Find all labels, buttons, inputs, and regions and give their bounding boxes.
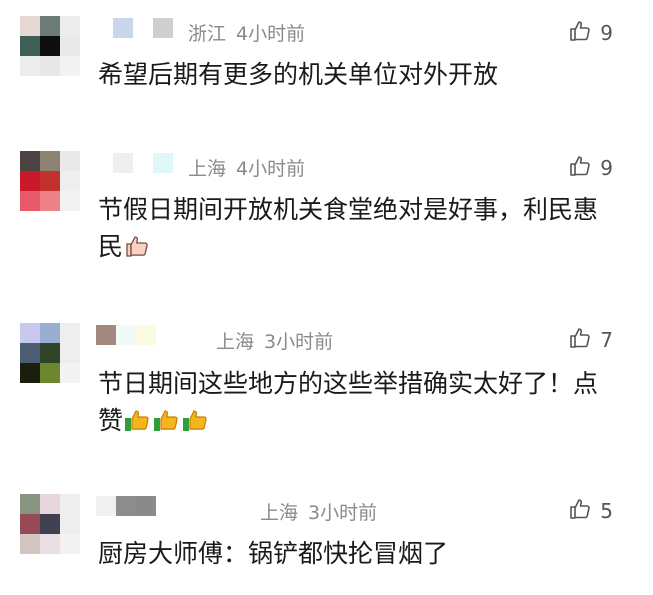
like-button[interactable]: 9 — [568, 154, 613, 182]
timestamp: 3小时前 — [308, 501, 378, 524]
nickname-pixel — [113, 153, 133, 173]
thumbs-up-icon — [568, 154, 592, 182]
avatar-pixel — [60, 363, 80, 383]
avatar-pixel — [40, 36, 60, 56]
nickname-mosaic[interactable] — [96, 323, 156, 347]
avatar-pixel — [20, 36, 40, 56]
avatar-pixel — [60, 534, 80, 554]
avatar-pixel — [60, 191, 80, 211]
timestamp: 4小时前 — [236, 22, 306, 45]
avatar-pixel — [60, 323, 80, 343]
like-count: 5 — [600, 499, 613, 523]
avatar[interactable] — [20, 494, 80, 554]
comment-text: 希望后期有更多的机关单位对外开放 — [98, 60, 499, 89]
avatar-pixel — [20, 363, 40, 383]
location: 上海 — [216, 330, 255, 353]
avatar-pixel — [20, 191, 40, 211]
comment-meta: 上海 3小时前 — [260, 496, 377, 526]
avatar-pixel — [40, 171, 60, 191]
location: 浙江 — [188, 22, 227, 45]
nickname-pixel — [153, 153, 173, 173]
nickname-mosaic[interactable] — [96, 494, 156, 518]
avatar-pixel — [60, 171, 80, 191]
avatar-pixel — [20, 534, 40, 554]
timestamp: 4小时前 — [236, 157, 306, 180]
avatar-pixel — [60, 36, 80, 56]
avatar-pixel — [40, 343, 60, 363]
thumbs-up-icon — [568, 19, 592, 47]
avatar-pixel — [60, 343, 80, 363]
avatar-pixel — [60, 514, 80, 534]
comment-text: 节日期间这些地方的这些举措确实太好了！点赞 — [98, 365, 618, 443]
like-button[interactable]: 5 — [568, 497, 613, 525]
nickname-mosaic[interactable] — [113, 16, 173, 40]
thumbs-up-emoji-icon — [182, 406, 210, 443]
avatar-pixel — [60, 56, 80, 76]
comment-meta: 上海 3小时前 — [216, 325, 333, 355]
nickname-pixel — [153, 18, 173, 38]
avatar-pixel — [40, 151, 60, 171]
comment-text-body: 节假日期间开放机关食堂绝对是好事，利民惠民 — [98, 195, 599, 261]
nickname-pixel — [136, 325, 156, 345]
like-count: 9 — [600, 156, 613, 180]
avatar-pixel — [20, 151, 40, 171]
nickname-pixel — [116, 325, 136, 345]
like-count: 7 — [600, 328, 613, 352]
thumbs-up-emoji-icon — [124, 232, 150, 269]
avatar-pixel — [20, 323, 40, 343]
like-count: 9 — [600, 21, 613, 45]
avatar-pixel — [20, 56, 40, 76]
avatar-pixel — [40, 534, 60, 554]
avatar-pixel — [40, 323, 60, 343]
avatar-pixel — [40, 363, 60, 383]
avatar-pixel — [20, 343, 40, 363]
comment-meta: 浙江 4小时前 — [188, 17, 305, 47]
avatar-pixel — [20, 16, 40, 36]
avatar-pixel — [20, 514, 40, 534]
avatar-pixel — [20, 494, 40, 514]
nickname-pixel — [136, 496, 156, 516]
avatar-pixel — [60, 494, 80, 514]
avatar[interactable] — [20, 16, 80, 76]
nickname-pixel — [133, 153, 153, 173]
location: 上海 — [188, 157, 227, 180]
avatar[interactable] — [20, 151, 80, 211]
thumbs-up-emoji-icon — [153, 406, 181, 443]
thumbs-up-icon — [568, 497, 592, 525]
nickname-pixel — [96, 325, 116, 345]
comment-text: 厨房大师傅：锅铲都快抡冒烟了 — [98, 539, 449, 568]
avatar-pixel — [40, 191, 60, 211]
avatar-pixel — [60, 16, 80, 36]
nickname-pixel — [116, 496, 136, 516]
comment-text: 节假日期间开放机关食堂绝对是好事，利民惠民 — [98, 191, 618, 269]
like-button[interactable]: 9 — [568, 19, 613, 47]
avatar-pixel — [40, 514, 60, 534]
avatar-pixel — [60, 151, 80, 171]
avatar-pixel — [40, 16, 60, 36]
avatar-pixel — [40, 494, 60, 514]
nickname-mosaic[interactable] — [113, 151, 173, 175]
avatar[interactable] — [20, 323, 80, 383]
location: 上海 — [260, 501, 299, 524]
nickname-pixel — [133, 18, 153, 38]
thumbs-up-emoji-icon — [124, 406, 152, 443]
like-button[interactable]: 7 — [568, 326, 613, 354]
nickname-pixel — [113, 18, 133, 38]
timestamp: 3小时前 — [264, 330, 334, 353]
thumbs-up-icon — [568, 326, 592, 354]
nickname-pixel — [96, 496, 116, 516]
avatar-pixel — [40, 56, 60, 76]
comment-meta: 上海 4小时前 — [188, 152, 305, 182]
avatar-pixel — [20, 171, 40, 191]
